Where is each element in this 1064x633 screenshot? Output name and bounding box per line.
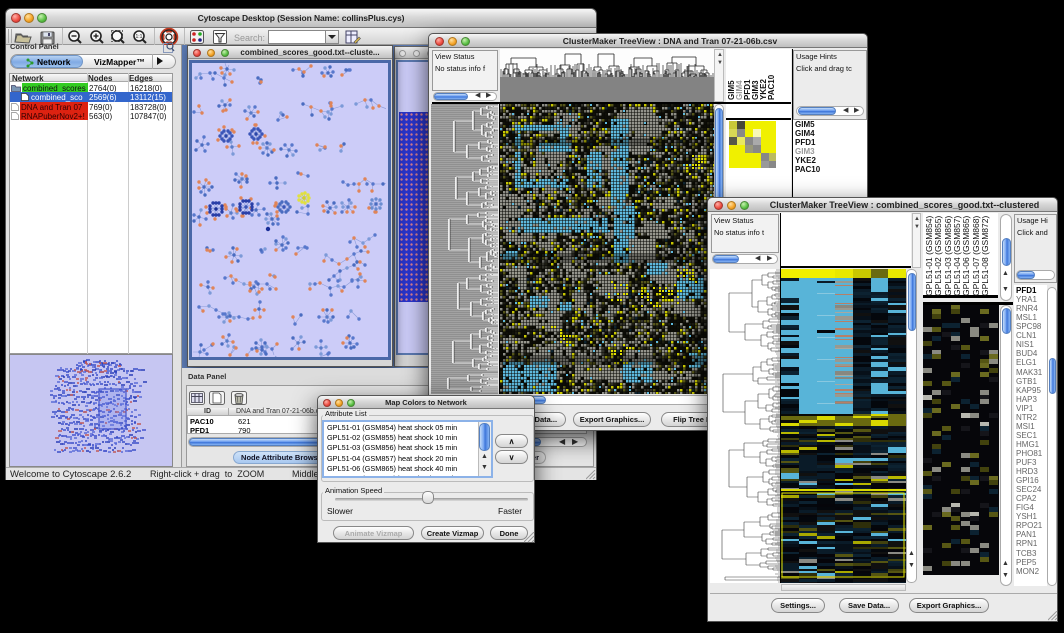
- svg-text:1:1: 1:1: [136, 34, 143, 40]
